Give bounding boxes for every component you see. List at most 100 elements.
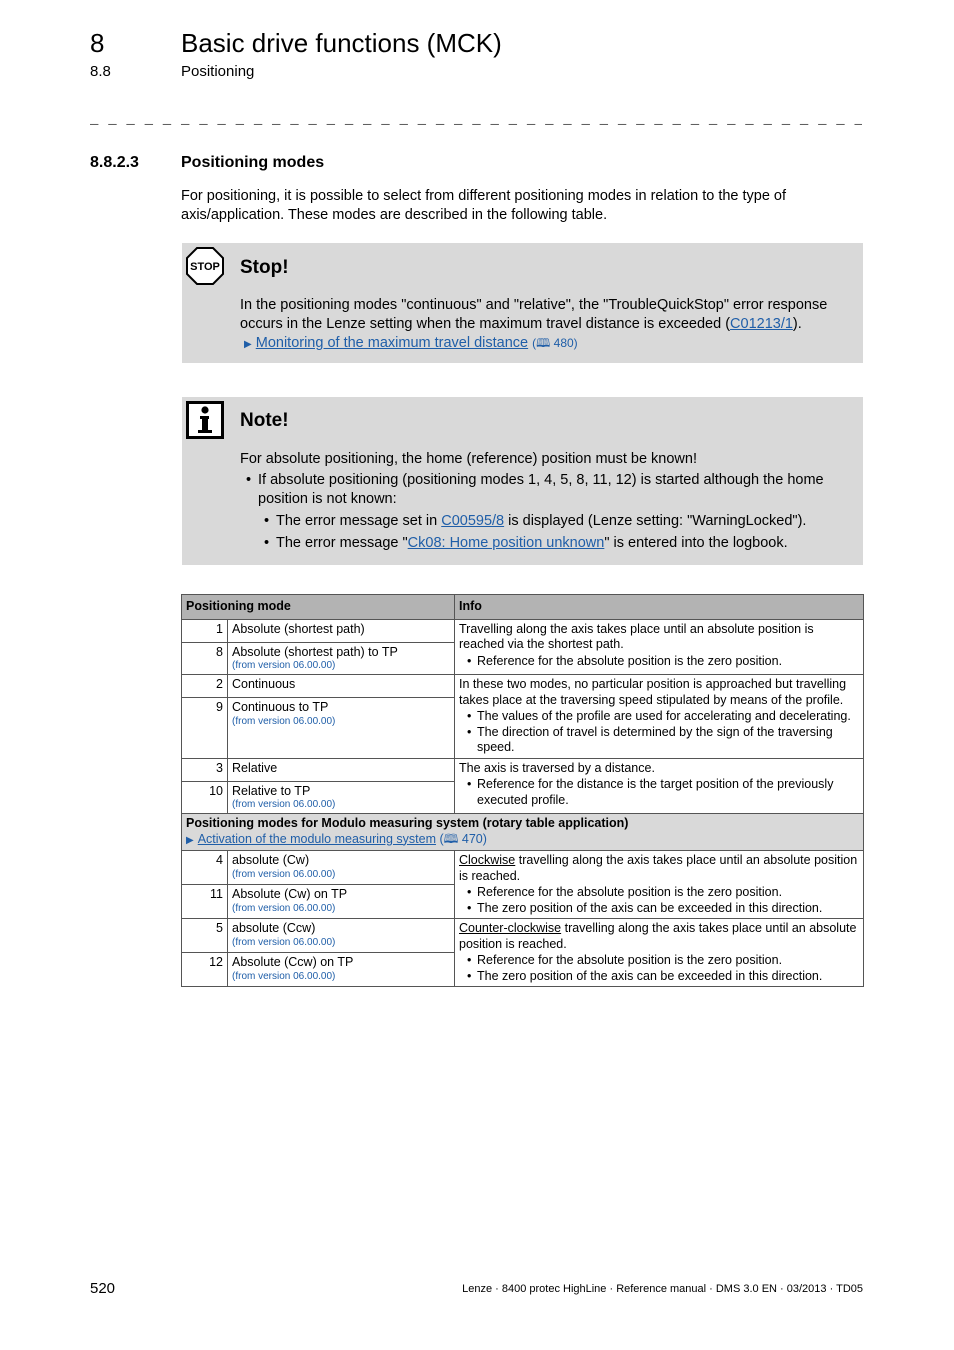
mode-number: 1 [181,618,228,643]
mode-name: Relative to TP [232,783,311,798]
info-text: travelling along the axis takes place un… [459,853,858,883]
stop-sign-icon: STOP [186,247,224,290]
chapter-title: Basic drive functions (MCK) [181,28,502,58]
info-bullet: Reference for the absolute position is t… [467,654,859,670]
code-link-c01213[interactable]: C01213/1 [730,316,793,332]
modulo-activation-link[interactable]: Activation of the modulo measuring syste… [198,832,436,846]
version-note: (from version 06.00.00) [232,970,336,982]
mode-name: Continuous [227,674,455,698]
page-number: 470 [461,831,483,846]
mode-number: 4 [181,850,228,885]
mode-name: absolute (Cw) [232,853,310,867]
info-bullet: The zero position of the axis can be exc… [467,969,859,985]
mode-name: Absolute (Ccw) on TP [232,955,354,969]
table-row: 5 absolute (Ccw) (from version 06.00.00) … [181,918,864,987]
mode-name-cell: Absolute (Ccw) on TP (from version 06.00.… [227,952,455,987]
positioning-modes-table: Positioning mode Info 1 Absolute (shorte… [181,594,864,987]
info-bullet: Reference for the absolute position is t… [467,885,859,901]
mode-name: Relative [227,757,455,782]
mode-number: 2 [181,674,228,698]
xref-link-max-travel[interactable]: Monitoring of the maximum travel distanc… [256,335,528,351]
mode-name-cell: absolute (Cw) (from version 06.00.00) [227,850,455,885]
note-bullet-text: If absolute positioning (positioning mod… [258,472,824,507]
intro-paragraph: For positioning, it is possible to selec… [181,188,787,223]
info-bullet: Reference for the distance is the target… [467,777,859,808]
mode-number: 11 [181,884,228,919]
mode-name-cell: Relative to TP (from version 06.00.00) [227,780,455,814]
mode-name: Continuous to TP [232,700,329,714]
info-icon [186,401,224,444]
note-sub-bullet: The error message "Ck08: Home position u… [264,534,855,553]
mode-name-cell: Absolute (shortest path) to TP (from vers… [227,641,455,675]
mode-name-cell: absolute (Ccw) (from version 06.00.00) [227,918,455,953]
stop-box: STOP Stop! In the positioning modes "con… [182,243,863,363]
text: The error message " [276,535,408,551]
info-bullet: The zero position of the axis can be exc… [467,901,859,917]
header-positioning-mode: Positioning mode [181,594,455,620]
info-bullet: The values of the profile are used for a… [467,709,859,725]
chapter-number: 8 [90,28,105,58]
group-title: Positioning modes for Modulo measuring s… [186,816,629,830]
note-sub-bullet: The error message set in C00595/8 is dis… [264,512,855,531]
text: The error message set in [276,513,442,529]
page-number: 520 [90,1280,116,1297]
section-number: 8.8 [90,63,111,80]
mode-name: Absolute (shortest path) to TP [232,644,398,659]
mode-info: In these two modes, no particular positi… [454,674,864,759]
mode-info: Clockwise travelling along the axis take… [454,850,864,919]
note-bullet: If absolute positioning (positioning mod… [246,471,855,553]
mode-name: Absolute (shortest path) [227,618,455,643]
page-reference[interactable]: (🕮 480) [532,336,578,350]
subsection-number: 8.8.2.3 [90,154,139,171]
mode-number: 8 [181,641,228,675]
table-row: 1 Absolute (shortest path) Travelling al… [181,618,864,675]
table-row: 3 Relative The axis is traversed by a di… [181,757,864,814]
info-term: Clockwise [459,853,516,867]
arrow-right-icon: ▶ [186,834,194,846]
stop-heading: Stop! [240,257,289,278]
code-link-c00595[interactable]: C00595/8 [441,513,504,529]
stop-text: In the positioning modes "continuous" an… [240,296,852,354]
mode-number: 9 [181,697,228,759]
subsection-title: Positioning modes [181,154,325,171]
note-heading: Note! [240,410,289,431]
table-row: 2 Continuous In these two modes, no part… [181,674,864,759]
page-reference[interactable]: (🕮 470) [440,832,487,846]
mode-info: Counter-clockwise travelling along the a… [454,918,864,987]
mode-name: Absolute (Cw) on TP [232,887,348,901]
group-link-line: ▶ Activation of the modulo measuring syst… [186,832,859,849]
version-note: (from version 06.00.00) [232,902,336,914]
header-separator: _ _ _ _ _ _ _ _ _ _ _ _ _ _ _ _ _ _ _ _ … [90,112,862,126]
info-bullet: Reference for the absolute position is t… [467,953,859,969]
arrow-right-icon: ▶ [244,339,252,350]
mode-info: The axis is traversed by a distance. Ref… [454,757,864,814]
info-text: Travelling along the axis takes place un… [459,621,814,652]
mode-number: 3 [181,757,228,782]
header-info: Info [454,594,864,620]
info-text: In these two modes, no particular positi… [459,677,847,707]
svg-text:STOP: STOP [190,261,220,273]
note-lead: For absolute positioning, the home (refe… [240,451,697,467]
section-title: Positioning [181,63,255,80]
mode-name-cell: Continuous to TP (from version 06.00.00) [227,697,455,759]
version-note: (from version 06.00.00) [232,660,336,671]
link-ck08[interactable]: Ck08: Home position unknown [408,535,605,551]
version-note: (from version 06.00.00) [232,715,336,727]
table-header-row: Positioning mode Info [181,594,864,620]
version-note: (from version 06.00.00) [232,936,336,948]
table-row: 4 absolute (Cw) (from version 06.00.00) C… [181,850,864,919]
mode-name-cell: Absolute (Cw) on TP (from version 06.00.0… [227,884,455,919]
info-text: The axis is traversed by a distance. [459,760,655,775]
note-text: For absolute positioning, the home (refe… [240,450,855,556]
mode-number: 12 [181,952,228,987]
info-bullet: The direction of travel is determined by… [467,725,859,756]
note-box: Note! For absolute positioning, the home… [182,397,863,565]
info-term: Counter-clockwise [459,921,562,935]
table-group-row: Positioning modes for Modulo measuring s… [181,813,864,851]
text: " is entered into the logbook. [604,535,788,551]
version-note: (from version 06.00.00) [232,799,336,810]
mode-name: absolute (Ccw) [232,921,316,935]
mode-number: 5 [181,918,228,953]
footer-doc-info: Lenze · 8400 protec HighLine · Reference… [462,1283,863,1295]
stop-text-part: ). [792,316,802,332]
